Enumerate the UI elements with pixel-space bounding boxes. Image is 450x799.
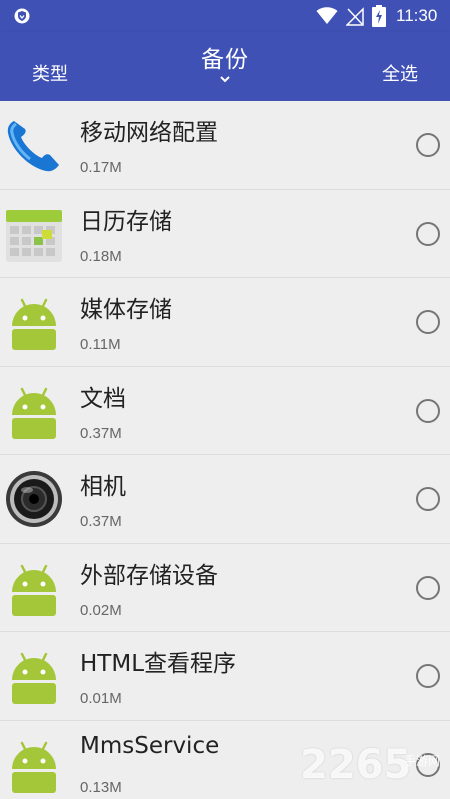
app-bar: 类型 备份 全选 [0,32,450,101]
battery-icon [372,5,386,27]
item-name: 移动网络配置 [80,120,218,146]
select-radio[interactable] [416,575,440,600]
phone-icon [7,121,60,172]
item-name: 文档 [80,385,126,412]
list-item[interactable]: 媒体存储 0.11M [0,278,450,367]
status-time: 11:30 [396,6,438,25]
wifi-icon [316,7,338,24]
select-radio[interactable] [416,487,440,511]
android-icon [12,298,56,350]
backup-list: 移动网络配置 0.17M 日历存储 0.18M 媒体存储 0.11M 文档 0.… [0,101,450,799]
status-bar: 11:30 [0,0,450,32]
watermark: 2265 手游网 [300,740,450,790]
list-item[interactable]: 相机 0.37M [0,455,450,544]
select-radio[interactable] [416,310,440,334]
item-name: 相机 [80,474,126,500]
page-title: 备份 [201,47,249,73]
android-icon [12,564,56,616]
item-name: 外部存储设备 [80,562,218,589]
item-name: 媒体存储 [80,297,172,323]
android-icon [12,387,56,439]
android-icon [12,741,56,793]
list-item[interactable]: 日历存储 0.18M [0,189,450,278]
item-name: MmsService [80,732,220,759]
android-icon [12,652,56,704]
item-name: HTML查看程序 [80,651,237,677]
item-size: 0.37M [80,513,122,530]
item-size: 0.17M [80,159,122,176]
type-filter-button[interactable]: 类型 [32,60,68,86]
select-radio[interactable] [416,133,440,157]
list-item[interactable]: 文档 0.37M [0,366,450,455]
list-item[interactable]: HTML查看程序 0.01M [0,632,450,721]
select-all-button[interactable]: 全选 [382,60,418,86]
item-size: 0.11M [80,336,121,353]
item-size: 0.18M [80,247,122,265]
list-item[interactable]: 移动网络配置 0.17M [0,101,450,190]
watermark-text: 手游网 [404,754,441,768]
select-radio[interactable] [416,398,440,423]
item-size: 0.37M [80,424,122,442]
shield-icon [14,8,30,24]
select-radio[interactable] [416,221,440,246]
item-size: 0.02M [80,601,122,619]
select-radio[interactable] [416,664,440,688]
camera-icon [6,471,62,527]
watermark-number: 2265 [300,742,412,788]
list-item[interactable]: 外部存储设备 0.02M [0,543,450,632]
signal-icon [346,7,364,26]
item-size: 0.01M [80,690,122,707]
item-name: 日历存储 [80,208,172,235]
item-size: 0.13M [80,778,122,796]
chevron-down-icon [220,76,230,83]
calendar-icon [6,209,62,262]
title-dropdown[interactable]: 备份 [175,40,275,84]
